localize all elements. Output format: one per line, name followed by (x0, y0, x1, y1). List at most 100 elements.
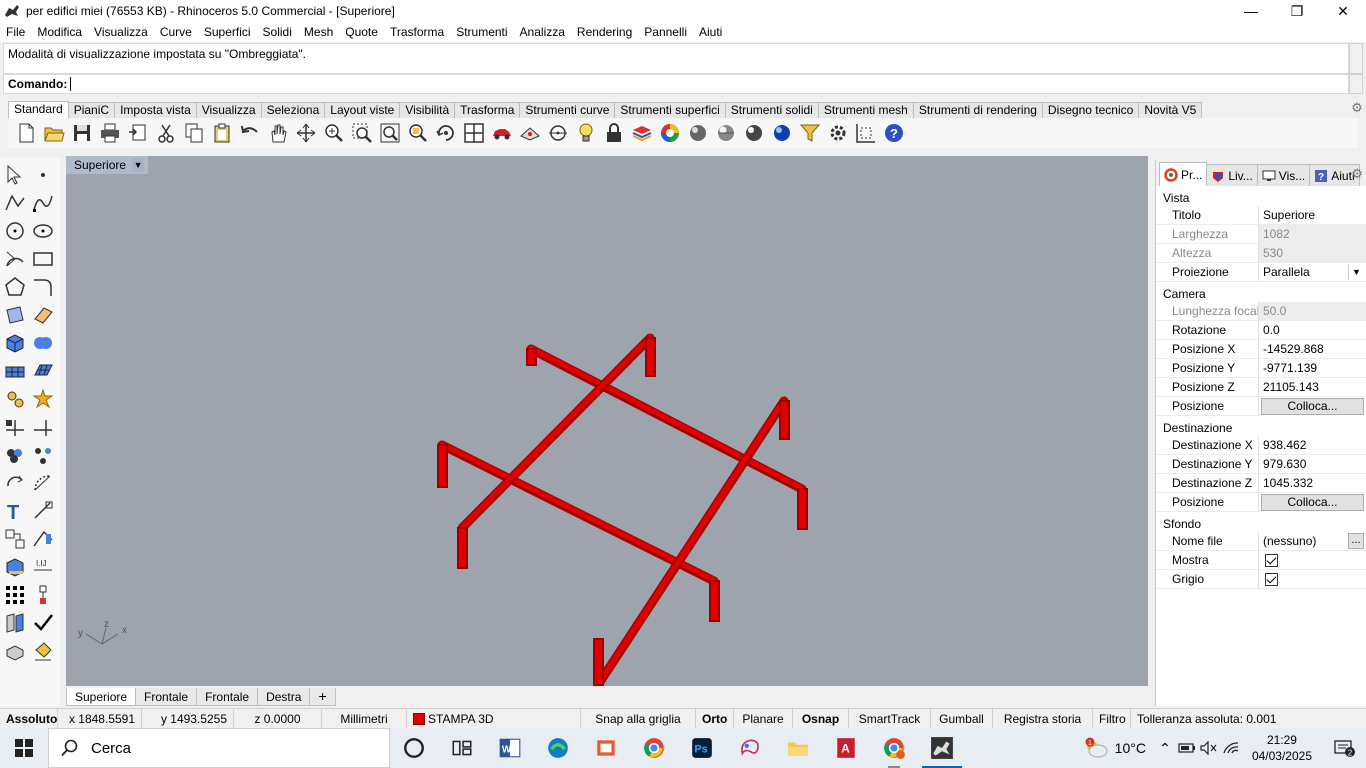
prop-desty-value[interactable]: 979.630 (1259, 455, 1366, 474)
color-wheel-icon[interactable] (656, 120, 684, 146)
filtro-toggle[interactable]: Filtro (1093, 708, 1131, 729)
mesh-plane-icon[interactable] (30, 358, 56, 384)
text-icon[interactable]: T (2, 498, 28, 524)
print-icon[interactable] (96, 120, 124, 146)
scale-icon[interactable] (30, 470, 56, 496)
current-layer[interactable]: STAMPA 3D (407, 708, 581, 729)
toolbar-tab-strumenti-superfici[interactable]: Strumenti superfici (614, 102, 726, 118)
undo-icon[interactable] (236, 120, 264, 146)
menu-visualizza[interactable]: Visualizza (88, 22, 154, 42)
taskbar-search[interactable]: Cerca (48, 728, 390, 768)
column[interactable] (437, 444, 448, 488)
arc-icon[interactable] (2, 246, 28, 272)
destinazione-colloca-button[interactable]: Colloca... (1261, 494, 1364, 511)
menu-strumenti[interactable]: Strumenti (450, 22, 513, 42)
toolbar-tab-trasforma[interactable]: Trasforma (454, 102, 521, 118)
car-icon[interactable] (488, 120, 516, 146)
notifications-icon[interactable]: 2 (1322, 728, 1366, 768)
viewport-title[interactable]: Superiore ▼ (66, 156, 149, 174)
zoom-selected-icon[interactable] (404, 120, 432, 146)
prop-rotazione-value[interactable]: 0.0 (1259, 321, 1366, 340)
pan-hand-icon[interactable] (264, 120, 292, 146)
column[interactable] (797, 488, 808, 530)
toolbar-tab-seleziona[interactable]: Seleziona (260, 102, 326, 118)
add-viewport-tab-button[interactable]: + (309, 688, 336, 706)
save-icon[interactable] (68, 120, 96, 146)
menu-mesh[interactable]: Mesh (298, 22, 339, 42)
column[interactable] (457, 527, 468, 569)
chrome-icon[interactable] (630, 728, 678, 768)
panel-options-gear-icon[interactable]: ⚙ (1351, 166, 1363, 182)
close-button[interactable]: ✕ (1320, 0, 1366, 22)
blue-sphere-icon[interactable] (768, 120, 796, 146)
photoshop-icon[interactable]: Ps (678, 728, 726, 768)
paint3d-icon[interactable] (726, 728, 774, 768)
solid-tools-icon[interactable] (2, 638, 28, 664)
menu-rendering[interactable]: Rendering (571, 22, 638, 42)
cortana-icon[interactable] (390, 728, 438, 768)
layer-drape-icon[interactable] (2, 610, 28, 636)
column[interactable] (645, 337, 656, 377)
toolbar-tab-disegno-tecnico[interactable]: Disegno tecnico (1041, 102, 1140, 118)
ungroup-icon[interactable] (30, 442, 56, 468)
dimension-h-icon[interactable]: I.IJ (30, 554, 56, 580)
weather-widget[interactable]: 1 10°C (1075, 737, 1154, 759)
four-viewports-icon[interactable] (460, 120, 488, 146)
menu-analizza[interactable]: Analizza (514, 22, 571, 42)
column[interactable] (779, 400, 790, 440)
new-file-icon[interactable] (12, 120, 40, 146)
prop-posz-value[interactable]: 21105.143 (1259, 378, 1366, 397)
clock[interactable]: 21:29 04/03/2025 (1242, 732, 1322, 764)
task-view-icon[interactable] (438, 728, 486, 768)
menu-aiuti[interactable]: Aiuti (693, 22, 728, 42)
fillet-curve-icon[interactable] (30, 274, 56, 300)
planare-toggle[interactable]: Planare (734, 708, 793, 729)
polygon-icon[interactable] (2, 274, 28, 300)
column[interactable] (593, 638, 604, 686)
block-icon[interactable] (2, 526, 28, 552)
menu-modifica[interactable]: Modifica (31, 22, 88, 42)
maximize-button[interactable]: ❐ (1274, 0, 1320, 22)
lock-icon[interactable] (600, 120, 628, 146)
select-arrow-icon[interactable] (2, 162, 28, 188)
zoom-window-icon[interactable] (348, 120, 376, 146)
toolbar-tab-imposta-vista[interactable]: Imposta vista (114, 102, 197, 118)
command-history-scrollbar[interactable] (1349, 43, 1363, 74)
render-sphere-icon[interactable] (684, 120, 712, 146)
gumball-toggle[interactable]: Gumball (931, 708, 993, 729)
menu-curve[interactable]: Curve (154, 22, 198, 42)
chevron-up-icon[interactable]: ⌃ (1154, 728, 1176, 768)
start-button[interactable] (0, 728, 48, 768)
wifi-icon[interactable] (1220, 728, 1242, 768)
registra-storia-toggle[interactable]: Registra storia (993, 708, 1093, 729)
smarttrack-toggle[interactable]: SmartTrack (849, 708, 931, 729)
rhino-icon[interactable] (918, 728, 966, 768)
menu-solidi[interactable]: Solidi (257, 22, 298, 42)
render-box-icon[interactable] (2, 554, 28, 580)
chevron-down-icon[interactable]: ▼ (1348, 265, 1364, 280)
copy-icon[interactable] (180, 120, 208, 146)
array-polar-icon[interactable] (30, 582, 56, 608)
camera-colloca-button[interactable]: Colloca... (1261, 398, 1364, 415)
ellipse-icon[interactable] (30, 218, 56, 244)
osnap-toggle[interactable]: Osnap (793, 708, 849, 729)
file-explorer-icon[interactable] (774, 728, 822, 768)
import-icon[interactable] (124, 120, 152, 146)
viewport-tab-frontale[interactable]: Frontale (135, 688, 198, 706)
menu-superfici[interactable]: Superfici (198, 22, 257, 42)
boolean-union-icon[interactable] (30, 330, 56, 356)
panel-tab-properties[interactable]: Pr... (1159, 162, 1208, 186)
analyze-icon[interactable] (30, 526, 56, 552)
word-icon[interactable]: W (486, 728, 534, 768)
prop-destz-value[interactable]: 1045.332 (1259, 474, 1366, 493)
point-icon[interactable] (30, 162, 56, 188)
mesh-icon[interactable] (2, 358, 28, 384)
filter-icon[interactable] (796, 120, 824, 146)
orto-toggle[interactable]: Orto (696, 708, 734, 729)
mostra-checkbox[interactable] (1265, 554, 1278, 568)
autocad-icon[interactable]: A (822, 728, 870, 768)
proiezione-select[interactable]: Parallela ▼ (1259, 263, 1366, 282)
rotate-icon[interactable] (2, 470, 28, 496)
browse-file-button[interactable]: ... (1348, 533, 1364, 549)
prop-destx-value[interactable]: 938.462 (1259, 436, 1366, 455)
